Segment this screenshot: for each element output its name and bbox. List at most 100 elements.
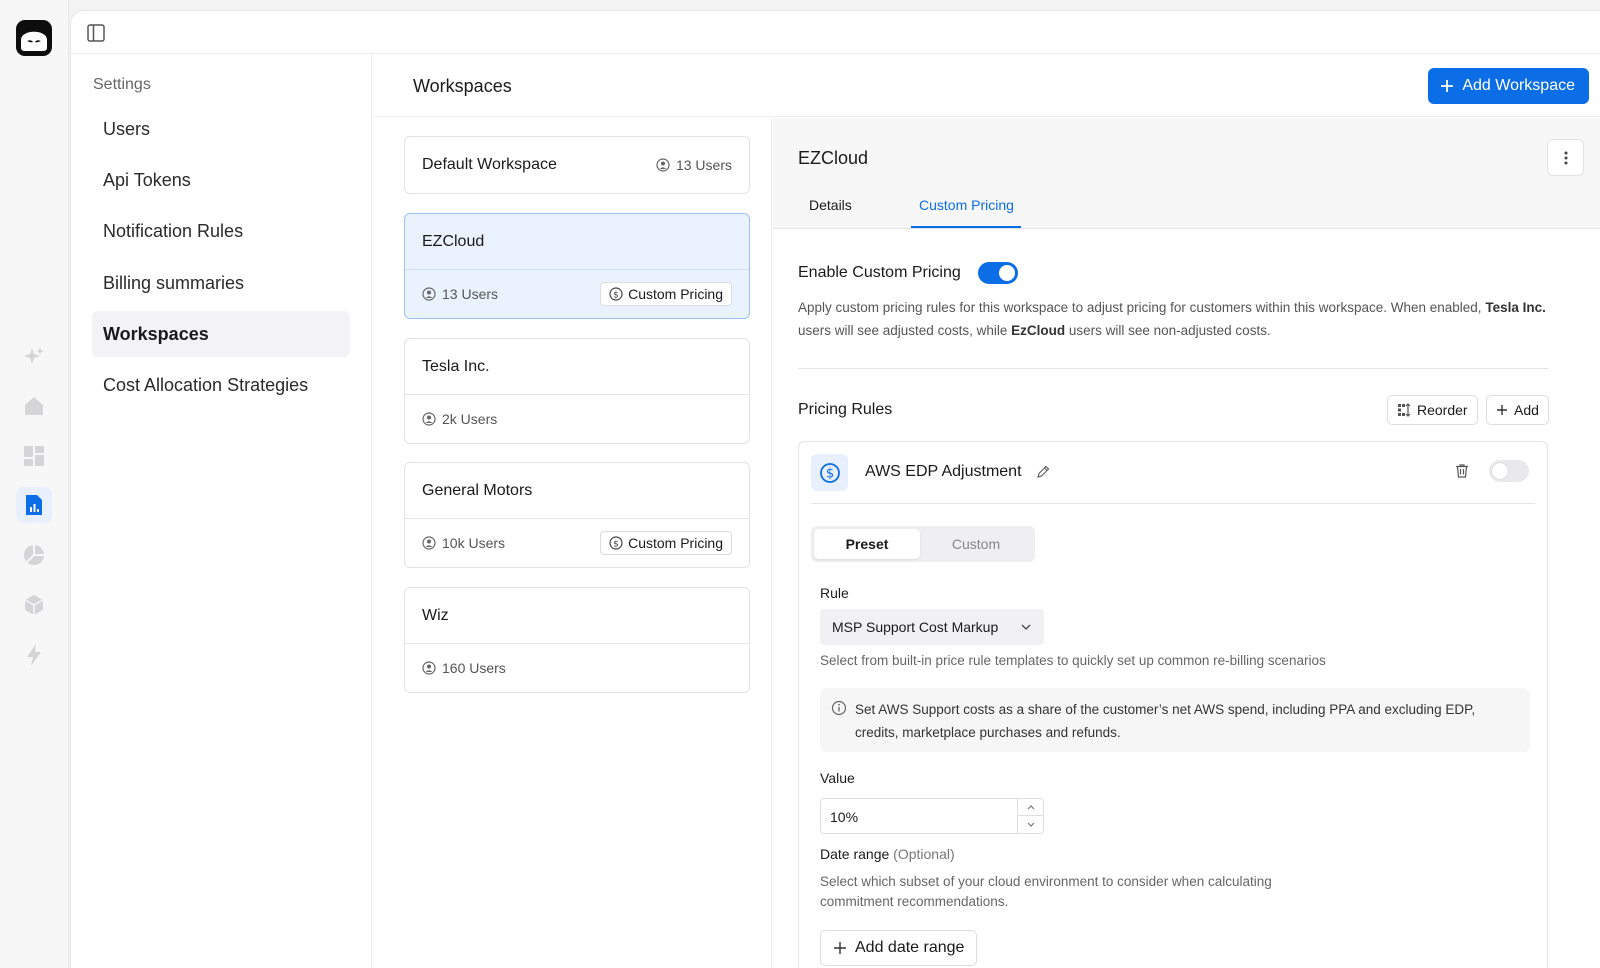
user-icon xyxy=(422,287,436,301)
lightning-icon[interactable] xyxy=(22,643,46,667)
pie-chart-icon[interactable] xyxy=(22,543,46,567)
divider xyxy=(798,368,1548,369)
rule-field-label: Rule xyxy=(820,585,849,601)
workspace-card-default[interactable]: Default Workspace 13 Users xyxy=(404,136,750,194)
badge-label: Custom Pricing xyxy=(628,535,723,551)
dollar-circle-icon: $ xyxy=(811,454,848,491)
workspace-card-wiz[interactable]: Wiz 160 Users xyxy=(404,587,750,693)
workspace-name: Default Workspace xyxy=(422,156,557,173)
date-range-optional: (Optional) xyxy=(893,846,955,862)
rule-info-text: Set AWS Support costs as a share of the … xyxy=(855,702,1476,740)
tab-details[interactable]: Details xyxy=(809,197,852,213)
icon-rail xyxy=(0,0,69,968)
add-workspace-button[interactable]: Add Workspace xyxy=(1428,68,1589,104)
workspace-card-general-motors[interactable]: General Motors 10k Users $ Custom Pricin… xyxy=(404,462,750,568)
enable-custom-pricing-toggle[interactable] xyxy=(978,262,1018,284)
svg-text:$: $ xyxy=(613,540,619,550)
value-input-value: 10% xyxy=(830,809,859,825)
plus-icon xyxy=(834,942,846,954)
main-window: Settings Users Api Tokens Notification R… xyxy=(70,10,1600,968)
rule-select-value: MSP Support Cost Markup xyxy=(832,619,999,635)
nav-item-users[interactable]: Users xyxy=(92,106,350,152)
dollar-icon: $ xyxy=(609,536,623,550)
value-input[interactable]: 10% xyxy=(820,798,1044,834)
workspace-detail: EZCloud Details Custom Pricing Enable Cu… xyxy=(773,118,1600,968)
desc-text: users will see adjusted costs, while xyxy=(798,323,1012,338)
toggle-sidebar-icon[interactable] xyxy=(87,24,105,42)
users-count: 13 Users xyxy=(675,157,732,173)
workspace-list: Default Workspace 13 Users EZCloud 13 Us… xyxy=(373,118,772,968)
sparkle-icon[interactable] xyxy=(22,345,46,369)
users-count: 160 Users xyxy=(442,660,506,676)
increment-chevron-up-icon[interactable] xyxy=(1018,799,1043,816)
date-range-helper: Select which subset of your cloud enviro… xyxy=(820,874,1272,909)
user-icon xyxy=(656,158,670,172)
add-workspace-label: Add Workspace xyxy=(1462,77,1575,94)
workspace-name: EZCloud xyxy=(422,232,485,250)
rule-select[interactable]: MSP Support Cost Markup xyxy=(820,609,1044,645)
workspace-name: Tesla Inc. xyxy=(422,357,490,375)
reorder-icon xyxy=(1398,403,1411,417)
trash-icon[interactable] xyxy=(1454,463,1470,484)
custom-pricing-description: Apply custom pricing rules for this work… xyxy=(798,296,1558,342)
logo-icon xyxy=(21,31,47,51)
nav-item-notification-rules[interactable]: Notification Rules xyxy=(92,208,350,254)
user-icon xyxy=(422,661,436,675)
page-title: Workspaces xyxy=(413,76,512,96)
custom-pricing-badge: $ Custom Pricing xyxy=(600,531,732,555)
segment-preset[interactable]: Preset xyxy=(814,529,920,559)
nav-item-workspaces[interactable]: Workspaces xyxy=(92,311,350,357)
plus-icon xyxy=(1497,405,1507,415)
value-stepper xyxy=(1017,799,1043,833)
user-icon xyxy=(422,536,436,550)
desc-company: Tesla Inc. xyxy=(1485,300,1546,315)
workspace-card-tesla[interactable]: Tesla Inc. 2k Users xyxy=(404,338,750,444)
workspace-users: 160 Users xyxy=(422,660,506,676)
app: Settings Users Api Tokens Notification R… xyxy=(0,0,1600,968)
decrement-chevron-down-icon[interactable] xyxy=(1018,816,1043,833)
workspace-card-ezcloud[interactable]: EZCloud 13 Users $ Custom Pricing xyxy=(404,213,750,319)
nav-item-cost-allocation[interactable]: Cost Allocation Strategies xyxy=(92,362,350,408)
workspace-users: 13 Users xyxy=(422,286,498,302)
users-count: 2k Users xyxy=(442,411,498,427)
pricing-rules-title: Pricing Rules xyxy=(798,401,893,418)
pricing-rule-card: $ AWS EDP Adjustment Preset Custom Rule xyxy=(798,441,1548,968)
reorder-button[interactable]: Reorder xyxy=(1387,395,1478,425)
workspace-name: Wiz xyxy=(422,606,449,624)
value-field-label: Value xyxy=(820,770,855,786)
enable-custom-pricing-label: Enable Custom Pricing xyxy=(798,264,961,281)
info-icon xyxy=(831,700,847,721)
more-options-button[interactable] xyxy=(1547,139,1584,176)
rule-helper-text: Select from built-in price rule template… xyxy=(820,653,1326,668)
rule-enable-toggle[interactable] xyxy=(1489,460,1529,482)
settings-title: Settings xyxy=(93,76,151,93)
detail-header: EZCloud Details Custom Pricing xyxy=(773,118,1600,229)
dashboard-icon[interactable] xyxy=(22,444,46,468)
svg-text:$: $ xyxy=(613,291,619,301)
workspace-users: 2k Users xyxy=(422,411,497,427)
divider xyxy=(811,503,1535,504)
nav-item-api-tokens[interactable]: Api Tokens xyxy=(92,157,350,203)
rule-info-box: Set AWS Support costs as a share of the … xyxy=(820,688,1530,752)
workspace-users: 13 Users xyxy=(656,157,732,173)
home-icon[interactable] xyxy=(22,394,46,418)
cube-icon[interactable] xyxy=(22,593,46,617)
report-icon[interactable] xyxy=(16,487,52,523)
add-date-range-button[interactable]: Add date range xyxy=(820,930,978,966)
segment-custom[interactable]: Custom xyxy=(923,529,1029,559)
plus-icon xyxy=(1441,80,1454,92)
rule-name: AWS EDP Adjustment xyxy=(865,463,1022,480)
preset-custom-segmented-control: Preset Custom xyxy=(811,526,1035,562)
edit-pencil-icon[interactable] xyxy=(1035,464,1051,485)
nav-item-billing-summaries[interactable]: Billing summaries xyxy=(92,260,350,306)
desc-workspace: EzCloud xyxy=(1011,323,1066,338)
desc-text: users will see non-adjusted costs. xyxy=(1065,323,1271,338)
add-label: Add xyxy=(1514,402,1539,418)
tab-custom-pricing[interactable]: Custom Pricing xyxy=(919,197,1014,213)
reorder-label: Reorder xyxy=(1417,402,1468,418)
logo[interactable] xyxy=(16,20,52,56)
detail-title: EZCloud xyxy=(798,148,869,168)
add-rule-button[interactable]: Add xyxy=(1486,395,1549,425)
add-date-range-label: Add date range xyxy=(855,939,965,956)
active-tab-indicator xyxy=(911,226,1021,228)
